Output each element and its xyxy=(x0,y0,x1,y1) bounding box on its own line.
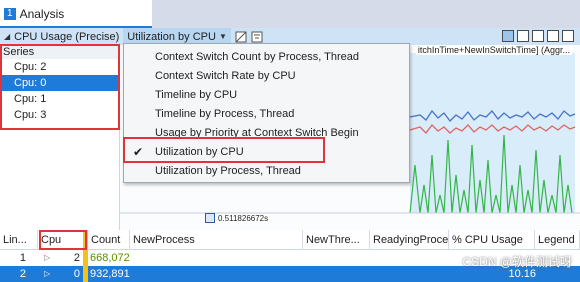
cpu-column-marker xyxy=(83,230,88,282)
column-header-newthread[interactable]: NewThre... xyxy=(303,230,370,250)
series-panel: Series Cpu: 2 Cpu: 0 Cpu: 1 Cpu: 3 xyxy=(0,45,120,230)
menu-item-timeline-by-process[interactable]: Timeline by Process, Thread xyxy=(124,105,409,124)
tab-number: 1 xyxy=(4,8,16,20)
preset-menu: Context Switch Count by Process, Thread … xyxy=(123,43,410,183)
tab-strip: 1 Analysis xyxy=(0,0,580,28)
preset-label: Utilization by CPU xyxy=(127,30,216,43)
cell-line: 1 xyxy=(19,252,26,264)
table-only-view-icon[interactable] xyxy=(532,30,544,42)
close-icon[interactable] xyxy=(562,30,574,42)
column-header-cpu-usage[interactable]: % CPU Usage xyxy=(449,230,535,250)
series-item-cpu3[interactable]: Cpu: 3 xyxy=(0,107,119,123)
tab-strip-empty xyxy=(152,0,580,28)
chevron-down-icon: ▼ xyxy=(218,32,227,41)
menu-item-context-switch-rate[interactable]: Context Switch Rate by CPU xyxy=(124,67,409,86)
cell-cpu: 0 xyxy=(73,268,80,280)
check-icon: ✔ xyxy=(133,145,144,159)
cell-line: 2 xyxy=(19,268,26,280)
menu-item-timeline-by-cpu[interactable]: Timeline by CPU xyxy=(124,86,409,105)
tab-analysis[interactable]: 1 Analysis xyxy=(0,2,152,28)
menu-item-label: Context Switch Count by Process, Thread xyxy=(155,51,360,63)
menu-item-label: Context Switch Rate by CPU xyxy=(155,70,296,82)
expand-arrow-icon[interactable]: ▷ xyxy=(44,266,54,282)
graph-only-view-icon[interactable] xyxy=(517,30,529,42)
tab-label: Analysis xyxy=(19,7,65,21)
menu-item-usage-by-priority[interactable]: Usage by Priority at Context Switch Begi… xyxy=(124,124,409,143)
graph-title-group[interactable]: ◢ CPU Usage (Precise) xyxy=(0,31,119,43)
expand-arrow-icon[interactable]: ▷ xyxy=(44,250,54,266)
column-header-newprocess[interactable]: NewProcess xyxy=(130,230,303,250)
column-header-count[interactable]: Count xyxy=(88,230,130,250)
menu-item-label: Utilization by CPU xyxy=(155,146,244,158)
collapse-triangle-icon[interactable]: ◢ xyxy=(4,32,10,41)
menu-item-label: Utilization by Process, Thread xyxy=(155,165,301,177)
menu-item-label: Timeline by Process, Thread xyxy=(155,108,295,120)
menu-item-label: Usage by Priority at Context Switch Begi… xyxy=(155,127,359,139)
series-item-cpu0[interactable]: Cpu: 0 xyxy=(0,75,119,91)
series-item-cpu1[interactable]: Cpu: 1 xyxy=(0,91,119,107)
graph-title: CPU Usage (Precise) xyxy=(14,30,120,43)
axis-readout: 0.511826672s xyxy=(205,211,270,225)
menu-item-label: Timeline by CPU xyxy=(155,89,238,101)
menu-item-utilization-by-cpu[interactable]: ✔ Utilization by CPU xyxy=(124,143,409,162)
column-header-line[interactable]: Lin... xyxy=(0,230,38,250)
watermark: CSDN @软件测试呀 xyxy=(462,255,572,269)
graph-column-header: itchInTime+NewInSwitchTime] (Aggr... xyxy=(415,45,572,55)
graph-settings-icon[interactable] xyxy=(235,31,247,43)
maximize-icon[interactable] xyxy=(547,30,559,42)
cell-count: 932,891 xyxy=(90,268,130,280)
cell-cpu: 2 xyxy=(73,252,80,264)
menu-item-context-switch-count[interactable]: Context Switch Count by Process, Thread xyxy=(124,48,409,67)
view-mode-buttons xyxy=(502,30,574,42)
cell-count: 668,072 xyxy=(90,252,130,264)
axis-value: 0.511826672s xyxy=(217,213,270,223)
menu-item-utilization-by-process[interactable]: Utilization by Process, Thread xyxy=(124,162,409,181)
axis-toggle-icon[interactable] xyxy=(205,213,215,223)
filter-icon[interactable] xyxy=(251,31,263,43)
graph-and-table-view-icon[interactable] xyxy=(502,30,514,42)
column-header-legend[interactable]: Legend xyxy=(535,230,580,250)
column-header-readyingprocess[interactable]: ReadyingProce xyxy=(370,230,449,250)
column-header-cpu[interactable]: Cpu xyxy=(38,230,84,250)
series-header: Series xyxy=(0,45,119,59)
series-item-cpu2[interactable]: Cpu: 2 xyxy=(0,59,119,75)
